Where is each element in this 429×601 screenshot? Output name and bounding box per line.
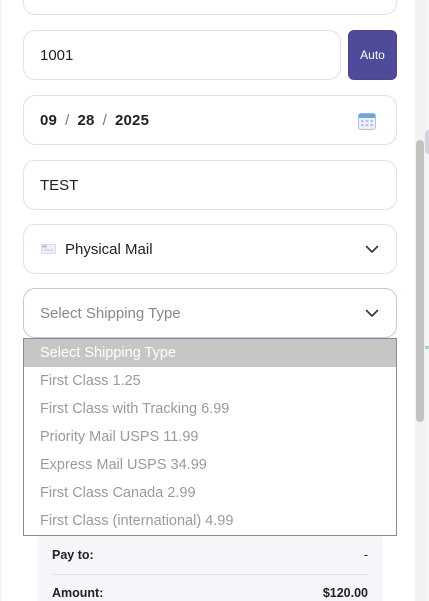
auto-button-label: Auto <box>360 48 385 62</box>
chevron-down-icon <box>365 309 379 317</box>
calendar-icon[interactable] <box>357 111 377 131</box>
dropdown-option[interactable]: Priority Mail USPS 11.99 <box>24 423 396 451</box>
mail-icon <box>41 244 56 254</box>
amount-row: Amount: $120.00 <box>52 586 368 600</box>
pay-to-label: Pay to: <box>52 548 94 562</box>
description-value: TEST <box>40 176 79 194</box>
date-day[interactable]: 28 <box>77 112 94 129</box>
pay-to-value: - <box>363 548 368 562</box>
date-separator: / <box>65 111 70 129</box>
dropdown-option[interactable]: Select Shipping Type <box>24 339 396 367</box>
left-edge <box>0 0 2 601</box>
invoice-number-value: 1001 <box>40 46 74 64</box>
shipping-type-dropdown: Select Shipping Type First Class 1.25 Fi… <box>23 338 397 536</box>
shipping-type-select[interactable]: Select Shipping Type <box>23 288 397 338</box>
scrollbar-thumb[interactable] <box>416 140 424 422</box>
background-mark <box>425 130 429 154</box>
pay-to-row: Pay to: - <box>52 548 368 562</box>
previous-field[interactable] <box>23 0 397 15</box>
invoice-number-field[interactable]: 1001 <box>23 30 341 80</box>
dropdown-option[interactable]: First Class Canada 2.99 <box>24 479 396 507</box>
dropdown-option[interactable]: First Class (international) 4.99 <box>24 507 396 535</box>
delivery-method-value: Physical Mail <box>65 240 153 258</box>
amount-label: Amount: <box>52 586 104 600</box>
description-field[interactable]: TEST <box>23 160 397 210</box>
scrollbar[interactable] <box>415 0 425 601</box>
shipping-type-placeholder: Select Shipping Type <box>40 304 181 322</box>
delivery-method-select[interactable]: Physical Mail <box>23 224 397 274</box>
summary-panel: Pay to: - Amount: $120.00 <box>38 536 382 601</box>
date-year[interactable]: 2025 <box>115 112 149 129</box>
auto-button[interactable]: Auto <box>348 30 397 80</box>
dropdown-option[interactable]: First Class with Tracking 6.99 <box>24 395 396 423</box>
amount-value: $120.00 <box>322 586 368 600</box>
chevron-down-icon <box>365 245 379 253</box>
page: 1001 Auto 09 / 28 / 2025 TEST Physical M… <box>0 0 429 601</box>
summary-divider <box>52 574 368 575</box>
dropdown-option[interactable]: First Class 1.25 <box>24 367 396 395</box>
date-field[interactable]: 09 / 28 / 2025 <box>23 95 397 145</box>
date-month[interactable]: 09 <box>40 112 57 129</box>
date-separator: / <box>102 111 107 129</box>
dropdown-option[interactable]: Express Mail USPS 34.99 <box>24 451 396 479</box>
